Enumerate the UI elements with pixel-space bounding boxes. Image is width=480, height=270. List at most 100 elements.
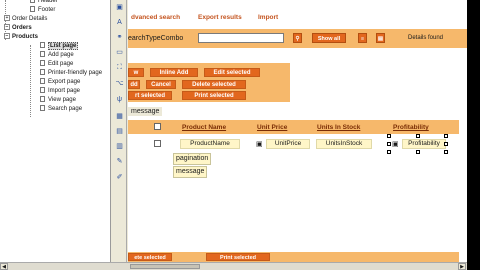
tree-item-label: Import page [48, 88, 81, 94]
resize-handle[interactable] [444, 134, 448, 138]
option-button[interactable]: ≡ [358, 33, 367, 43]
page-icon [40, 105, 45, 112]
pager-message-label[interactable]: message [173, 166, 208, 178]
tree-item-label: Orders [12, 25, 32, 31]
resize-handle[interactable] [387, 134, 391, 138]
import-link[interactable]: Import [258, 14, 278, 21]
tree-item-label: Products [12, 34, 39, 40]
option-button-2[interactable]: ▤ [376, 33, 385, 43]
tree-item[interactable]: − Orders [4, 24, 32, 33]
cell-profitability[interactable]: Profitability [402, 139, 446, 149]
resize-handle[interactable] [416, 150, 420, 154]
add-all-button[interactable]: dd [128, 80, 140, 89]
tree-guide-line [30, 45, 31, 117]
export-results-link[interactable]: Export results [198, 14, 242, 21]
page-icon [40, 42, 45, 49]
cancel-button[interactable]: Cancel [146, 80, 176, 89]
branch-icon[interactable]: ψ [115, 96, 124, 104]
export-selected-button[interactable]: rt selected [128, 91, 172, 100]
show-all-button[interactable]: Show all [312, 33, 346, 43]
header-units-in-stock[interactable]: Units In Stock [317, 124, 360, 131]
footer-print-selected-button[interactable]: Print selected [206, 253, 270, 261]
chart-icon[interactable]: ▥ [115, 143, 124, 151]
add-button[interactable]: w [128, 68, 144, 77]
edit-icon[interactable]: ✎ [115, 158, 124, 166]
tree-item[interactable]: Printer-friendly page [40, 69, 102, 78]
pointer-icon[interactable]: ▣ [115, 4, 124, 12]
resize-handle[interactable] [387, 150, 391, 154]
table-icon[interactable]: ▤ [115, 128, 124, 136]
tree-item[interactable]: View page [40, 96, 76, 105]
page-icon [30, 0, 35, 4]
select-all-checkbox[interactable] [154, 123, 161, 130]
scroll-right-icon[interactable]: ▶ [458, 263, 466, 270]
tree-item[interactable]: Footer [30, 6, 55, 15]
tree-item[interactable]: List page [40, 42, 79, 51]
advanced-search-link[interactable]: dvanced search [131, 14, 180, 21]
tree-icon[interactable]: ⌥ [115, 80, 124, 88]
pagination-label[interactable]: pagination [173, 153, 212, 165]
tree-item-label: Add page [48, 52, 74, 58]
tree-item-label: List page [48, 42, 79, 50]
page-icon [40, 60, 45, 67]
field-icon[interactable]: ▭ [115, 49, 124, 57]
tree-item-label: Search page [48, 106, 83, 112]
print-selected-button[interactable]: Print selected [182, 91, 246, 100]
inline-add-button[interactable]: Inline Add [150, 68, 198, 77]
tree-item[interactable]: Import page [40, 87, 80, 96]
expand-icon: − [4, 24, 10, 31]
cell-unit-price[interactable]: UnitPrice [266, 139, 310, 149]
tree-item-label: Order Details [12, 16, 48, 22]
expand-icon: + [4, 15, 10, 22]
tree-item[interactable]: − Products [4, 33, 38, 42]
page-icon [30, 6, 35, 13]
resize-handle[interactable] [387, 142, 391, 146]
scroll-thumb[interactable] [130, 264, 200, 269]
header-product-name[interactable]: Product Name [182, 124, 226, 131]
row-checkbox[interactable] [154, 140, 161, 147]
image-icon[interactable]: ⛶ [115, 64, 124, 72]
edit-selected-button[interactable]: Edit selected [204, 68, 260, 77]
resize-handle[interactable] [444, 142, 448, 146]
tree-item[interactable]: Add page [40, 51, 74, 60]
details-found-label: Details found [408, 35, 444, 41]
toolbox: ▣ A ⚭ ▭ ⛶ ⌥ ψ ▦ ▤ ▥ ✎ ✐ [112, 0, 127, 262]
grid-icon[interactable]: ▦ [115, 113, 124, 121]
text-icon[interactable]: A [115, 19, 124, 27]
header-profitability[interactable]: Profitability [393, 124, 429, 131]
cell-product-name[interactable]: ProductName [180, 139, 240, 149]
design-canvas: dvanced search Export results Import ear… [128, 0, 467, 262]
search-icon: ⚲ [295, 36, 300, 42]
message-label: message [128, 107, 163, 116]
horizontal-scrollbar[interactable]: ◀ ▶ [0, 262, 467, 270]
search-input[interactable] [198, 33, 284, 43]
tree-item[interactable]: Search page [40, 105, 82, 114]
chart-field-icon: ▣ [392, 141, 399, 148]
page-icon [40, 51, 45, 58]
cell-units-in-stock[interactable]: UnitsInStock [316, 139, 372, 149]
tree-item-label: Footer [38, 7, 56, 13]
delete-selected-button[interactable]: Delete selected [182, 80, 246, 89]
pencil-icon[interactable]: ✐ [115, 174, 124, 182]
page-icon [40, 69, 45, 76]
search-panel: earchTypeCombo ⚲ Show all ≡ ▤ Details fo… [128, 29, 467, 48]
tree-item-label: Printer-friendly page [48, 70, 103, 76]
tree-item-label: Export page [48, 79, 81, 85]
search-button[interactable]: ⚲ [293, 33, 302, 43]
resize-handle[interactable] [416, 134, 420, 138]
resize-handle[interactable] [444, 150, 448, 154]
tree-item[interactable]: Export page [40, 78, 80, 87]
image-field-icon: ▣ [256, 141, 263, 148]
tree-item-label: View page [48, 97, 76, 103]
link-icon[interactable]: ⚭ [115, 34, 124, 42]
grid-header: Product Name Unit Price Units In Stock P… [128, 120, 459, 134]
header-unit-price[interactable]: Unit Price [257, 124, 287, 131]
expand-icon: − [4, 33, 10, 40]
scroll-left-icon[interactable]: ◀ [0, 263, 8, 270]
search-type-label: earchTypeCombo [128, 35, 184, 42]
page-tree: Header Footer + Order Details − Orders − Produc… [0, 0, 111, 262]
pager: pagination message [173, 153, 212, 179]
tree-item[interactable]: + Order Details [4, 15, 47, 24]
footer-delete-selected-button[interactable]: ete selected [128, 253, 172, 261]
tree-item[interactable]: Edit page [40, 60, 73, 69]
